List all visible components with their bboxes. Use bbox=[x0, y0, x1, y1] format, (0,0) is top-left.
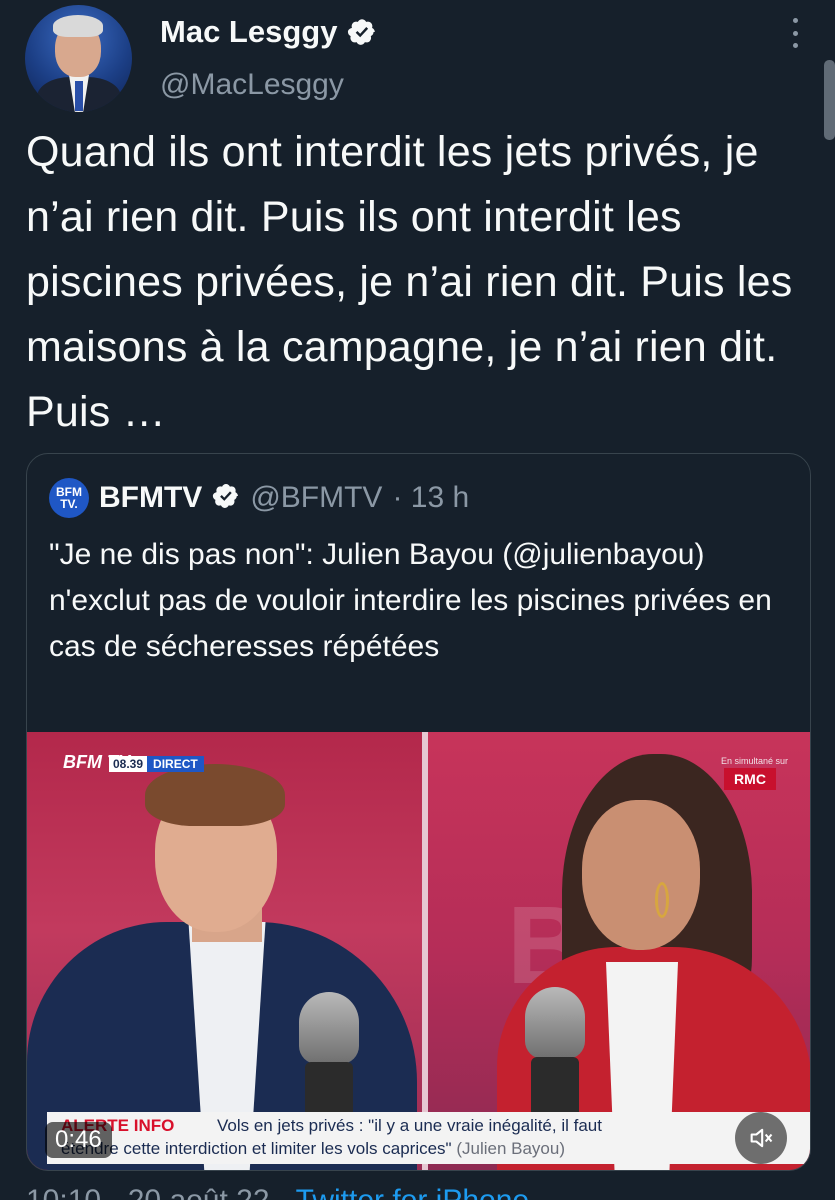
author-handle[interactable]: @MacLesggy bbox=[160, 68, 344, 102]
quoted-author-avatar[interactable]: BFM TV. bbox=[49, 478, 89, 518]
quoted-timestamp[interactable]: · 13 h bbox=[392, 481, 469, 515]
verified-badge-icon bbox=[347, 17, 377, 47]
alert-line-1: Vols en jets privés : "il y a une vraie … bbox=[217, 1116, 602, 1135]
partner-logo: RMC bbox=[724, 768, 776, 790]
microphone-icon bbox=[299, 992, 359, 1064]
clock-time: 08.39 bbox=[109, 756, 148, 772]
more-options-icon[interactable] bbox=[790, 18, 800, 48]
microphone-icon bbox=[525, 987, 585, 1059]
tweet-text: Quand ils ont interdit les jets privés, … bbox=[26, 128, 793, 436]
video-player[interactable]: BFM BFM TV. 08.39 DIRECT En simultané su… bbox=[27, 732, 810, 1170]
tweet-meta: 10:10 · 20 août 22 · Twitter for iPhone bbox=[26, 1184, 529, 1200]
live-label: DIRECT bbox=[147, 756, 204, 772]
alert-line-2-wrap: étendre cette interdiction et limiter le… bbox=[61, 1139, 565, 1159]
author-avatar[interactable] bbox=[25, 5, 132, 112]
alert-attribution: (Julien Bayou) bbox=[456, 1139, 565, 1158]
speaker-muted-icon[interactable] bbox=[735, 1112, 787, 1164]
news-ticker: ALERTE INFO Vols en jets privés : "il y … bbox=[47, 1112, 810, 1164]
quoted-tweet-text: "Je ne dis pas non": Julien Bayou (@juli… bbox=[49, 538, 772, 663]
verified-badge-icon bbox=[212, 482, 240, 515]
quoted-tweet-header: BFM TV. BFMTV @BFMTV · 13 h bbox=[49, 478, 469, 518]
simulcast-label: En simultané sur bbox=[721, 756, 789, 766]
scrollbar[interactable] bbox=[824, 60, 835, 140]
live-clock: 08.39 DIRECT bbox=[109, 756, 204, 772]
video-duration: 0:46 bbox=[45, 1122, 112, 1158]
alert-line-2: étendre cette interdiction et limiter le… bbox=[61, 1139, 452, 1158]
author-name[interactable]: Mac Lesggy bbox=[160, 14, 337, 50]
author-name-row[interactable]: Mac Lesggy bbox=[160, 14, 377, 50]
quoted-tweet-card[interactable]: BFM TV. BFMTV @BFMTV · 13 h "Je ne dis p… bbox=[26, 453, 811, 1171]
quoted-author-handle[interactable]: @BFMTV bbox=[250, 481, 382, 515]
tweet-detail: Mac Lesggy @MacLesggy Quand ils ont inte… bbox=[0, 0, 835, 1200]
tweet-timestamp[interactable]: 10:10 · 20 août 22 · bbox=[26, 1184, 288, 1200]
quoted-author-name[interactable]: BFMTV bbox=[99, 481, 202, 515]
tweet-source[interactable]: Twitter for iPhone bbox=[296, 1184, 529, 1200]
